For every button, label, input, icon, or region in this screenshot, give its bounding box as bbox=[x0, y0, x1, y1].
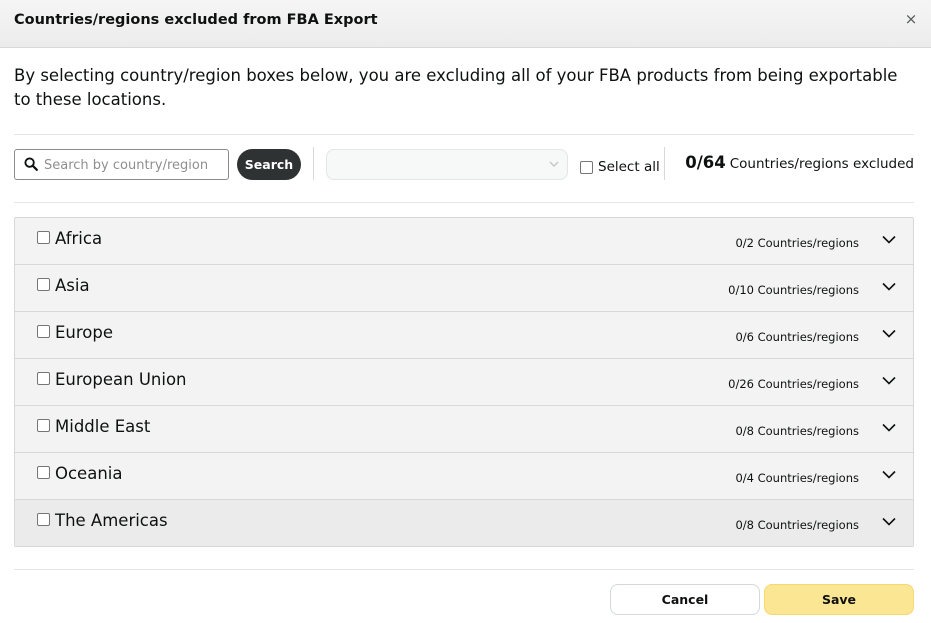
region-row-europe[interactable]: Europe 0/6 Countries/regions bbox=[15, 312, 913, 359]
select-all-label: Select all bbox=[598, 159, 660, 175]
select-all[interactable]: Select all bbox=[580, 157, 660, 177]
region-row-asia[interactable]: Asia 0/10 Countries/regions bbox=[15, 265, 913, 312]
region-row-middle-east[interactable]: Middle East 0/8 Countries/regions bbox=[15, 406, 913, 453]
excluded-summary: 0/64 Countries/regions excluded bbox=[685, 153, 914, 177]
region-name: The Americas bbox=[55, 511, 168, 530]
region-name: European Union bbox=[55, 370, 187, 389]
chevron-down-icon[interactable] bbox=[882, 517, 896, 526]
modal-header: Countries/regions excluded from FBA Expo… bbox=[0, 0, 931, 48]
region-checkbox[interactable] bbox=[37, 278, 50, 291]
region-row-oceania[interactable]: Oceania 0/4 Countries/regions bbox=[15, 453, 913, 500]
close-icon[interactable]: × bbox=[903, 10, 919, 28]
select-all-checkbox[interactable] bbox=[580, 160, 593, 174]
region-checkbox[interactable] bbox=[37, 513, 50, 526]
region-name: Oceania bbox=[55, 464, 123, 483]
region-count: 0/4 Countries/regions bbox=[735, 471, 859, 485]
divider bbox=[14, 569, 914, 570]
region-name: Africa bbox=[55, 229, 103, 248]
excluded-label: Countries/regions excluded bbox=[729, 156, 914, 172]
description-text: By selecting country/region boxes below,… bbox=[14, 66, 898, 109]
divider bbox=[14, 134, 914, 135]
region-name: Middle East bbox=[55, 417, 151, 436]
region-count: 0/8 Countries/regions bbox=[735, 424, 859, 438]
region-row-the-americas[interactable]: The Americas 0/8 Countries/regions bbox=[15, 500, 913, 546]
filter-dropdown[interactable] bbox=[326, 149, 568, 180]
excluded-count: 0/64 bbox=[685, 153, 726, 172]
region-checkbox[interactable] bbox=[37, 419, 50, 432]
region-count: 0/6 Countries/regions bbox=[735, 330, 859, 344]
region-count: 0/2 Countries/regions bbox=[735, 236, 859, 250]
region-count: 0/10 Countries/regions bbox=[728, 283, 859, 297]
chevron-down-icon[interactable] bbox=[882, 376, 896, 385]
search-box[interactable] bbox=[14, 149, 229, 180]
region-row-africa[interactable]: Africa 0/2 Countries/regions bbox=[15, 218, 913, 265]
chevron-down-icon[interactable] bbox=[882, 235, 896, 244]
region-count: 0/26 Countries/regions bbox=[728, 377, 859, 391]
chevron-down-icon[interactable] bbox=[882, 282, 896, 291]
chevron-down-icon bbox=[549, 161, 559, 167]
divider bbox=[14, 202, 914, 203]
region-name: Europe bbox=[55, 323, 114, 342]
region-checkbox[interactable] bbox=[37, 231, 50, 244]
toolbar-separator bbox=[664, 147, 665, 180]
region-checkbox[interactable] bbox=[37, 325, 50, 338]
toolbar-separator bbox=[313, 147, 314, 180]
region-name: Asia bbox=[55, 276, 90, 295]
region-checkbox[interactable] bbox=[37, 466, 50, 479]
chevron-down-icon[interactable] bbox=[882, 470, 896, 479]
region-row-european-union[interactable]: European Union 0/26 Countries/regions bbox=[15, 359, 913, 406]
search-input[interactable] bbox=[44, 155, 224, 175]
region-count: 0/8 Countries/regions bbox=[735, 518, 859, 532]
search-icon bbox=[24, 157, 38, 171]
modal-title: Countries/regions excluded from FBA Expo… bbox=[14, 12, 378, 28]
chevron-down-icon[interactable] bbox=[882, 423, 896, 432]
cancel-button[interactable]: Cancel bbox=[610, 584, 760, 615]
chevron-down-icon[interactable] bbox=[882, 329, 896, 338]
search-button[interactable]: Search bbox=[237, 149, 301, 180]
save-button[interactable]: Save bbox=[764, 584, 914, 615]
region-checkbox[interactable] bbox=[37, 372, 50, 385]
regions-list: Africa 0/2 Countries/regions Asia 0/10 C… bbox=[14, 217, 914, 547]
